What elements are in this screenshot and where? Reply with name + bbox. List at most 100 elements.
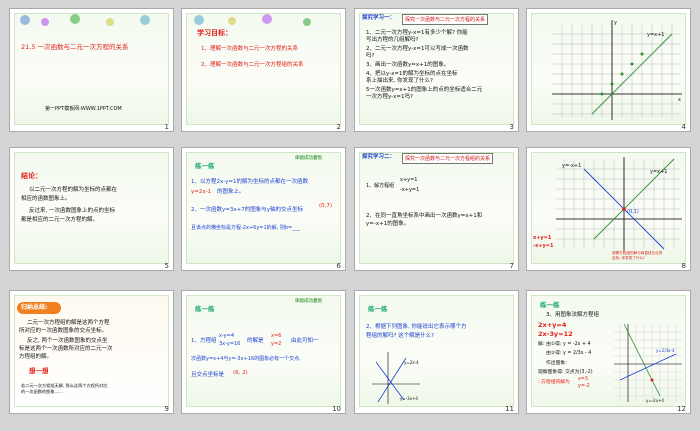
equation: 2x+y=4 [538, 321, 567, 329]
equation: x+y=1 [400, 177, 418, 183]
slide-thumbnail-5[interactable]: 结论： 以二元一次方程的解为坐标的点都在 相应的函数图象上。 反过来, 一次函数… [9, 147, 174, 271]
bubble-decoration [20, 14, 150, 26]
slide-number: 9 [164, 405, 169, 413]
slide-thumbnail-12[interactable]: 练一练 3、用图象法解方程组 2x+y=4 2x-3y=12 解: 由①得: y… [526, 290, 691, 414]
goal-item: 2、理解一次函数与二元一次方程组的关系 [201, 62, 304, 68]
observation-note: 坐标, 你发现了什么? [612, 256, 645, 260]
slide-thumbnail-3[interactable]: 探究学习一： 探究一次函数与二元一次方程的关系 1、二元一次方程y-x=1有多少… [354, 8, 519, 132]
solution: y=-2 [578, 384, 590, 389]
slide-canvas: 练一练 2、根据下列图象, 你能说出它表示哪个方 程组的解吗? 这个解是什么? … [359, 295, 514, 407]
slide-heading: 学习目标： [197, 29, 232, 37]
exercise-line: 1、方程组 [191, 338, 217, 344]
slide-heading: 结论： [21, 172, 42, 180]
think-line: 的一次函数的图象…… [21, 389, 63, 394]
slide-thumbnail-8[interactable]: y=-x+1 y=x+1 (0,1) x+y=1 -x+y=1 观察方程组的解与… [526, 147, 691, 271]
line-label: y=-x+1 [562, 163, 581, 169]
exercise-line: y=-x+1的图象。 [366, 221, 410, 227]
slide-canvas: y=x+1 x y [531, 13, 686, 125]
equation: 3x-y=16 [219, 341, 241, 347]
question-line: 吗? [366, 53, 375, 59]
slide-canvas: 练一练 体验成功喜悦 1、方程组 x-y=4 3x-y=16 的解是 x=6 y… [186, 295, 341, 407]
exercise-line: 的解是 [247, 338, 264, 344]
slide-thumbnail-6[interactable]: 练一练 体验成功喜悦 1、以方程2x-y=1的解为坐标的点都在一次函数 y=2x… [181, 147, 346, 271]
slide-number: 6 [336, 262, 341, 270]
solution: x=3 [578, 377, 588, 382]
conclusion-line: 相应的函数图象上。 [21, 196, 71, 202]
solution: x=6 [271, 333, 282, 339]
think-heading: 想一想 [29, 367, 49, 375]
conclusion-line: 以二元一次方程的解为坐标的点都在 [29, 187, 118, 193]
line-label: y=2x-4 [404, 360, 419, 365]
exercise-line: 由此可知一 [291, 338, 319, 344]
line-label: y=2/3x-4 [656, 348, 675, 353]
slide-number: 3 [509, 123, 514, 131]
graph-line-1 [619, 353, 677, 381]
exercise-answer: y=2x-1 [191, 189, 212, 195]
goal-item: 1、理解一次函数与二元一次方程的关系 [201, 46, 299, 52]
line-label: y=x+1 [650, 169, 667, 175]
graph-line-2 [623, 323, 661, 397]
slide-thumbnail-2[interactable]: 学习目标： 1、理解一次函数与二元一次方程的关系 2、理解一次函数与二元一次方程… [181, 8, 346, 132]
intersection-point [650, 378, 654, 382]
slide-thumbnail-9[interactable]: 归纳总结: 二元一次方程组的解是这两个方程 所对应的一次函数图象的交点坐标。 反… [9, 290, 174, 414]
section-header: 探究学习一： [362, 15, 396, 21]
slide-grid: 21.5 一次函数与二元一次方程的关系 第一PPT模板网-WWW.1PPT.CO… [0, 0, 700, 431]
equation: 2x-3y=12 [538, 330, 573, 338]
slide-number: 5 [164, 262, 169, 270]
slide-thumbnail-1[interactable]: 21.5 一次函数与二元一次方程的关系 第一PPT模板网-WWW.1PPT.CO… [9, 8, 174, 132]
slide-title: 21.5 一次函数与二元一次方程的关系 [21, 43, 129, 51]
question-line: 写出方程的几组解吗? [366, 37, 419, 43]
conclusion-line: 都是相应的二元一次方程的解。 [21, 217, 99, 223]
solution-step: 观察图象得: 交点为(3,-2) [538, 370, 593, 375]
slide-footer: 第一PPT模板网-WWW.1PPT.COM [45, 106, 122, 112]
slide-number: 10 [332, 405, 341, 413]
slide-canvas: 练一练 体验成功喜悦 1、以方程2x-y=1的解为坐标的点都在一次函数 y=2x… [186, 152, 341, 264]
solution-step: 由②得: y = 2/3x - 4 [546, 351, 592, 356]
slide-heading: 练一练 [540, 301, 560, 309]
section-header: 探究学习二： [362, 154, 396, 160]
axis-label-x: x [678, 97, 681, 103]
slide-thumbnail-4[interactable]: y=x+1 x y 4 [526, 8, 691, 132]
slide-canvas: 学习目标： 1、理解一次函数与二元一次方程的关系 2、理解一次函数与二元一次方程… [186, 13, 341, 125]
slide-thumbnail-10[interactable]: 练一练 体验成功喜悦 1、方程组 x-y=4 3x-y=16 的解是 x=6 y… [181, 290, 346, 414]
section-header-box: 探究一次函数与二元一次方程的关系 [402, 14, 489, 25]
exercise-line: 2、一次函数y=3x+7的图象与y轴的交点坐标 [191, 207, 303, 213]
coordinate-graph: y=2x-4 y=-3x+4 [372, 352, 420, 404]
slide-thumbnail-11[interactable]: 练一练 2、根据下列图象, 你能说出它表示哪个方 程组的解吗? 这个解是什么? … [354, 290, 519, 414]
question-line: 系上描出来, 你发现了什么? [366, 78, 433, 84]
slide-thumbnail-7[interactable]: 探究学习二： 探究一次函数与二元一次方程组的关系 1、解方程组 x+y=1 -x… [354, 147, 519, 271]
slide-heading: 归纳总结: [21, 304, 48, 311]
slide-canvas: 探究学习一： 探究一次函数与二元一次方程的关系 1、二元一次方程y-x=1有多少… [359, 13, 514, 125]
exercise-line: 的图象上。 [217, 189, 245, 195]
slide-canvas: 探究学习二： 探究一次函数与二元一次方程组的关系 1、解方程组 x+y=1 -x… [359, 152, 514, 264]
slide-number: 2 [336, 123, 341, 131]
question-line: 一次方程y-x=1吗? [366, 94, 413, 100]
question-line: 2、二元一次方程y-x=1可以写成一次函数 [366, 46, 469, 52]
summary-line: 所对应的一次函数图象的交点坐标。 [19, 328, 108, 334]
slide-canvas: 归纳总结: 二元一次方程组的解是这两个方程 所对应的一次函数图象的交点坐标。 反… [14, 295, 169, 407]
coordinate-graph: y=x+1 x y [552, 20, 682, 120]
slide-tag: 体验成功喜悦 [295, 156, 322, 161]
exercise-line: 2、在同一直角坐标系中画出一次函数y=x+1和 [366, 213, 483, 219]
question-line: 1、二元一次方程y-x=1有多少个解? 你能 [366, 30, 468, 36]
coordinate-graph: y=2/3x-4 y=-2x+4 [614, 323, 682, 403]
slide-canvas: 结论： 以二元一次方程的解为坐标的点都在 相应的函数图象上。 反过来, 一次函数… [14, 152, 169, 264]
line-label: y=-3x+4 [400, 396, 418, 401]
point-label: (0,1) [627, 209, 639, 215]
equation: -x+y=1 [400, 187, 420, 193]
summary-line: 标是这两个一次函数所对应的二元一次 [19, 346, 113, 352]
exercise-line: 1、以方程2x-y=1的解为坐标的点都在一次函数 [191, 179, 309, 185]
exercise-line: 3、用图象法解方程组 [546, 312, 599, 318]
exercise-line: 次函数y=x+4与y=-3x+16的图象必有一个交点, [191, 356, 301, 362]
equation: x+y=1 [533, 235, 552, 241]
question-line: 5一次函数y=x+1的图象上的点的坐标适合二元 [366, 87, 483, 93]
summary-line: 二元一次方程组的解是这两个方程 [27, 320, 110, 326]
slide-number: 12 [677, 405, 686, 413]
slide-number: 11 [505, 405, 514, 413]
exercise-line: 且交点坐标是 [191, 372, 225, 378]
slide-number: 4 [681, 123, 686, 131]
line-label: y=x+1 [647, 32, 664, 38]
intersection-point [622, 207, 626, 211]
slide-canvas: 21.5 一次函数与二元一次方程的关系 第一PPT模板网-WWW.1PPT.CO… [14, 13, 169, 125]
slide-number: 8 [681, 262, 686, 270]
